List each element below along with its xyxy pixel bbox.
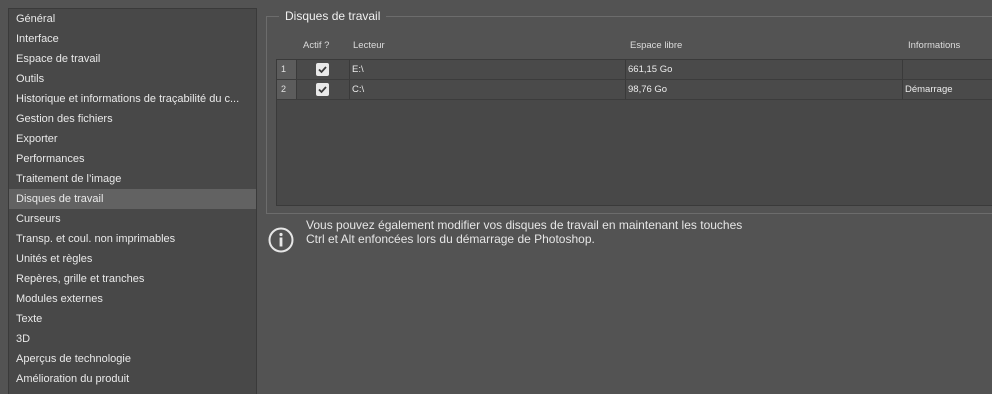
scratch-disks-title: Disques de travail (279, 8, 387, 24)
active-cell (298, 60, 350, 79)
sidebar-item-workspace[interactable]: Espace de travail (9, 49, 256, 69)
sidebar-item-tools[interactable]: Outils (9, 69, 256, 89)
table-row[interactable]: 1 E:\ 661,15 Go (277, 60, 992, 80)
sidebar-item-units-rulers[interactable]: Unités et règles (9, 249, 256, 269)
info-icon (268, 227, 294, 253)
sidebar-item-scratch-disks[interactable]: Disques de travail (9, 189, 256, 209)
sidebar-item-export[interactable]: Exporter (9, 129, 256, 149)
sidebar-item-history[interactable]: Historique et informations de traçabilit… (9, 89, 256, 109)
column-header-drive: Lecteur (353, 40, 385, 51)
table-body: 1 E:\ 661,15 Go 2 C:\ 98,76 Go Démarrage (276, 59, 992, 206)
sidebar-item-transparency-gamut[interactable]: Transp. et coul. non imprimables (9, 229, 256, 249)
drive-cell: C:\ (350, 80, 626, 99)
free-space-cell: 98,76 Go (626, 80, 903, 99)
sidebar-item-guides-grid-slices[interactable]: Repères, grille et tranches (9, 269, 256, 289)
table-header: Actif ? Lecteur Espace libre Information… (276, 36, 992, 58)
column-header-info: Informations (908, 40, 961, 51)
sidebar-item-product-improvement[interactable]: Amélioration du produit (9, 369, 256, 389)
sidebar-item-image-processing[interactable]: Traitement de l’image (9, 169, 256, 189)
active-checkbox[interactable] (316, 83, 329, 96)
drive-cell: E:\ (350, 60, 626, 79)
sidebar-item-performance[interactable]: Performances (9, 149, 256, 169)
row-number: 2 (277, 80, 297, 99)
scratch-disks-table: Actif ? Lecteur Espace libre Information… (276, 36, 992, 206)
table-row[interactable]: 2 C:\ 98,76 Go Démarrage (277, 80, 992, 100)
active-cell (298, 80, 350, 99)
checkmark-icon (318, 86, 327, 94)
sidebar-item-3d[interactable]: 3D (9, 329, 256, 349)
checkmark-icon (318, 66, 327, 74)
sidebar-item-plugins[interactable]: Modules externes (9, 289, 256, 309)
scratch-disks-note: Vous pouvez également modifier vos disqu… (306, 218, 743, 246)
row-number: 1 (277, 60, 297, 79)
column-header-active: Actif ? (303, 40, 330, 51)
sidebar-item-general[interactable]: Général (9, 9, 256, 29)
free-space-cell: 661,15 Go (626, 60, 903, 79)
column-header-free-space: Espace libre (630, 40, 683, 51)
active-checkbox[interactable] (316, 63, 329, 76)
preferences-sidebar: Général Interface Espace de travail Outi… (8, 8, 257, 394)
sidebar-item-interface[interactable]: Interface (9, 29, 256, 49)
sidebar-item-technology-previews[interactable]: Aperçus de technologie (9, 349, 256, 369)
info-cell (903, 60, 992, 79)
info-cell: Démarrage (905, 84, 953, 95)
sidebar-item-type[interactable]: Texte (9, 309, 256, 329)
sidebar-item-cursors[interactable]: Curseurs (9, 209, 256, 229)
sidebar-item-file-handling[interactable]: Gestion des fichiers (9, 109, 256, 129)
